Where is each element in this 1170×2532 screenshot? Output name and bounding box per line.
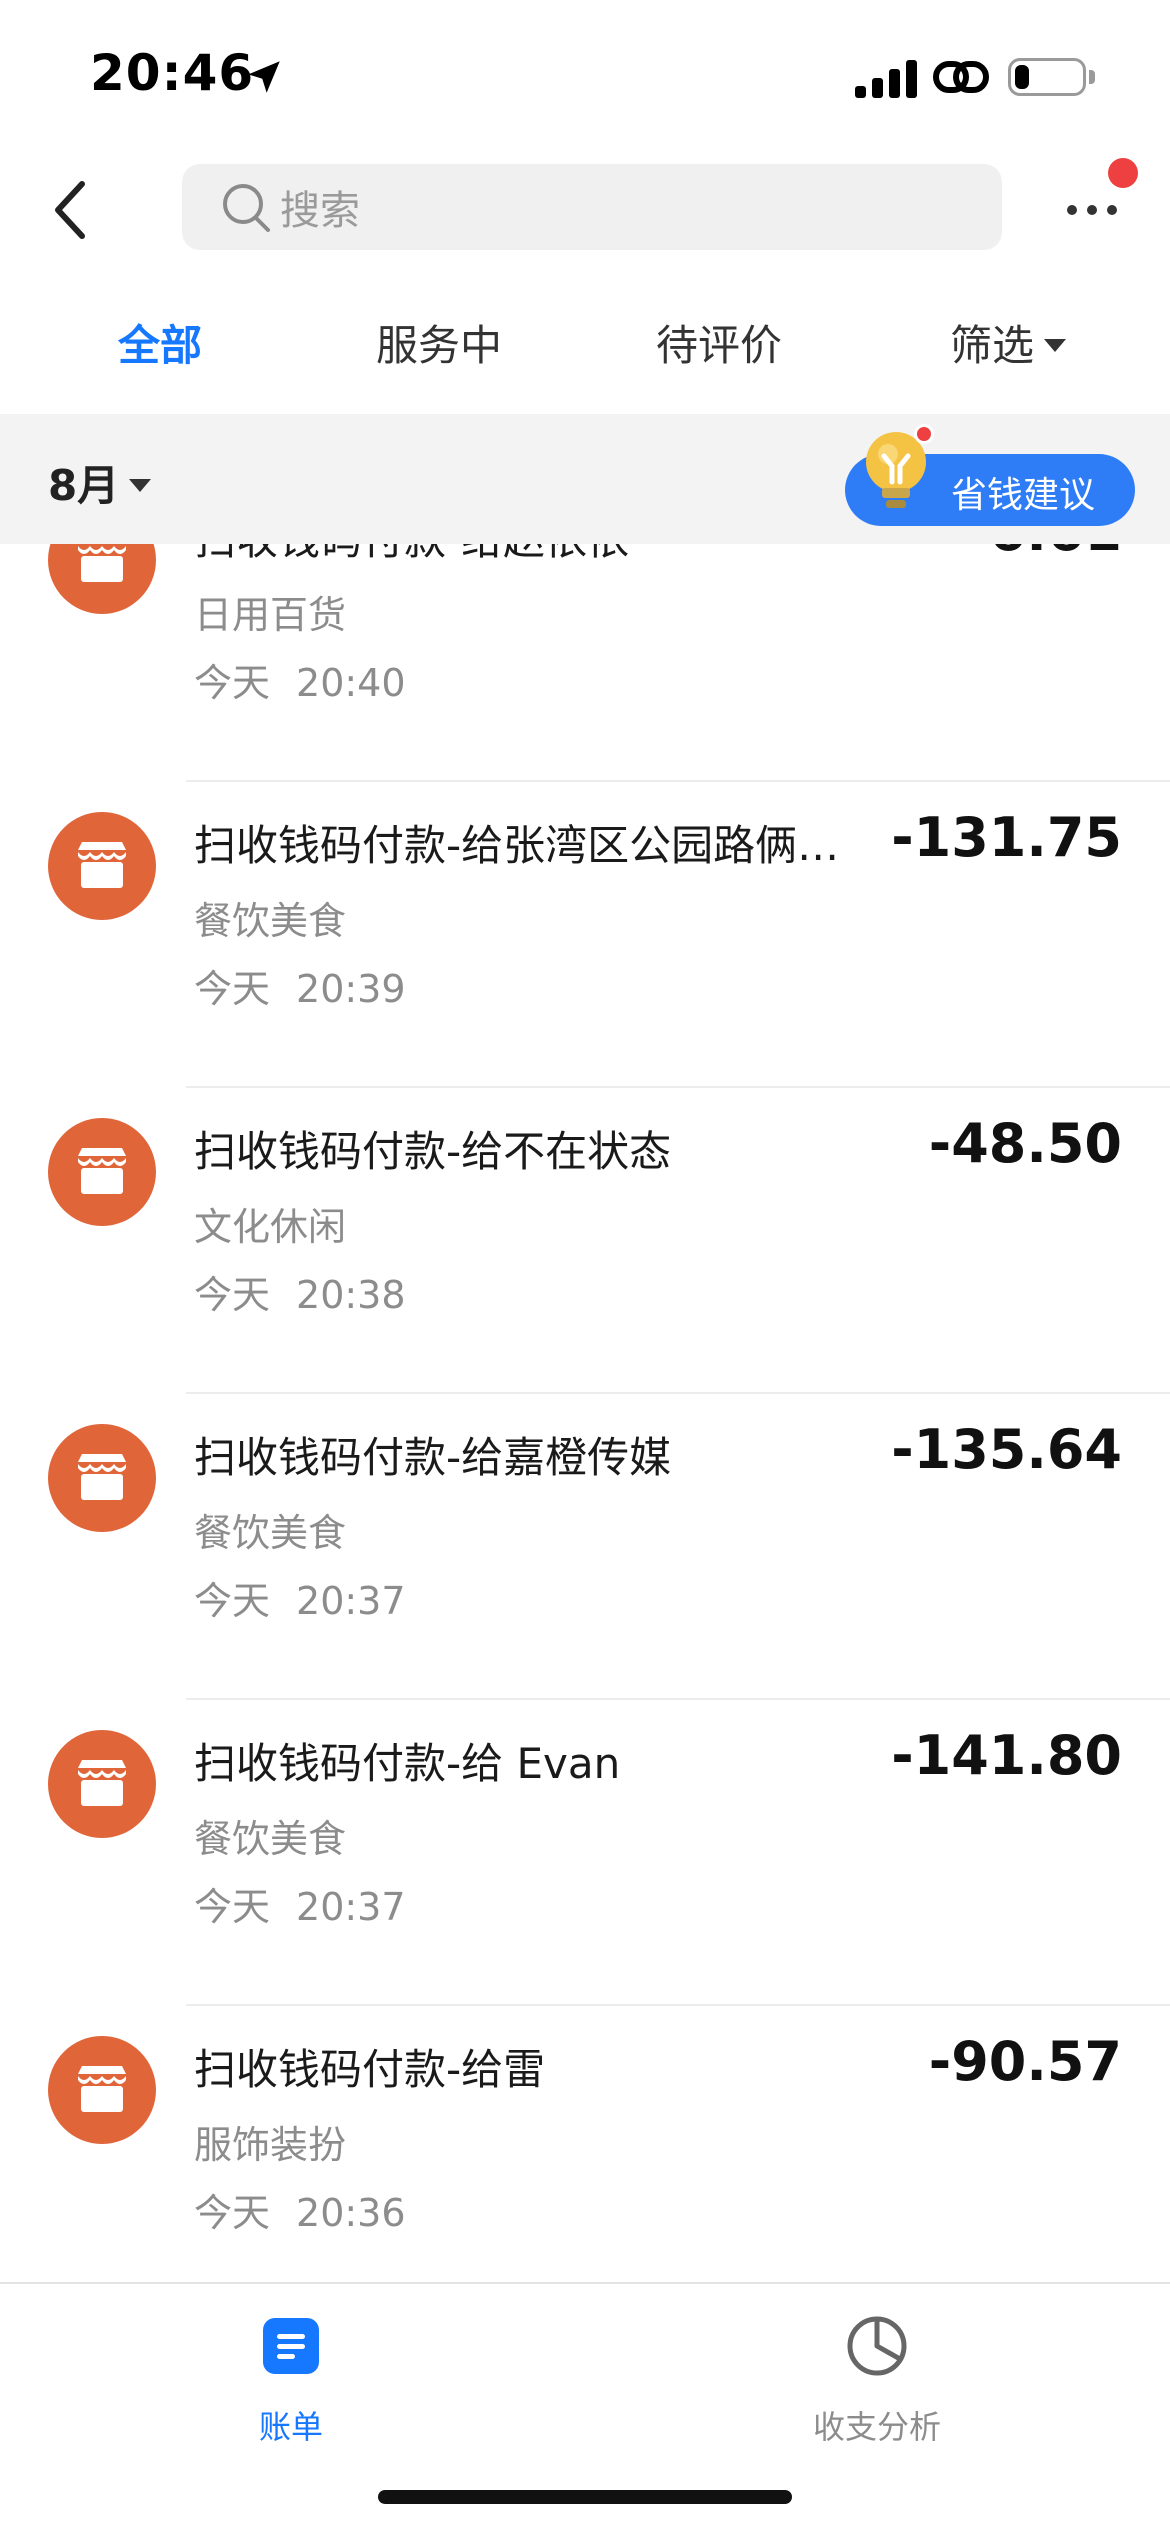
transaction-row[interactable]: 扫收钱码付款-给不在状态 -48.50 文化休闲今天 20:38 xyxy=(0,1088,1170,1394)
month-label: 8月 xyxy=(48,461,120,510)
transaction-list: 扫收钱码付款-给赵依依 -6.61 日用百货今天 20:40 扫收钱码付款-给张湾区公园… xyxy=(0,544,1170,2282)
month-selector[interactable]: 8月 xyxy=(48,452,152,513)
transaction-amount: -90.57 xyxy=(928,2030,1122,2093)
transaction-row[interactable]: 扫收钱码付款-给雷 -90.57 服饰装扮今天 20:36 xyxy=(0,2006,1170,2282)
transaction-time: 今天 20:37 xyxy=(194,1570,406,1625)
bill-icon xyxy=(263,2318,319,2374)
tab-analysis[interactable]: 收支分析 xyxy=(777,2306,977,2446)
status-bar: 20:46 xyxy=(0,0,1170,150)
back-button[interactable] xyxy=(40,170,100,250)
search-input[interactable]: 搜索 xyxy=(182,164,1002,250)
location-arrow-icon xyxy=(248,61,280,93)
transaction-category: 餐饮美食 xyxy=(194,1817,347,1861)
transaction-amount: -135.64 xyxy=(891,1418,1122,1481)
status-time: 20:46 xyxy=(90,44,255,102)
transaction-clock: 20:39 xyxy=(296,967,406,1011)
transaction-time: 今天 20:36 xyxy=(194,2182,406,2237)
transaction-clock: 20:38 xyxy=(296,1273,406,1317)
transaction-category: 餐饮美食 xyxy=(194,899,347,943)
transaction-amount: -141.80 xyxy=(891,1724,1122,1787)
transaction-title: 扫收钱码付款-给 Evan xyxy=(194,1739,621,1788)
battery-level xyxy=(1015,65,1029,89)
transaction-title: 扫收钱码付款-给不在状态 xyxy=(194,1127,672,1176)
tab-all[interactable]: 全部 xyxy=(118,312,202,373)
battery-icon xyxy=(1008,58,1086,96)
more-button[interactable] xyxy=(1052,180,1132,240)
store-icon xyxy=(48,544,156,614)
bill-list-screen: 20:46 搜索 全部 服务中 待评价 筛选 8月 省钱建议 日用百货 今天 2… xyxy=(0,0,1170,2532)
transaction-title: 扫收钱码付款-给赵依依 xyxy=(194,544,629,567)
notification-dot xyxy=(1108,158,1138,188)
tab-to-review-label: 待评价 xyxy=(656,321,783,370)
tab-all-label: 全部 xyxy=(118,321,203,370)
store-icon xyxy=(48,1730,156,1838)
transaction-time: 今天 20:39 xyxy=(194,958,406,1013)
transaction-clock: 20:36 xyxy=(296,2191,406,2235)
home-indicator xyxy=(378,2490,792,2504)
transaction-title: 扫收钱码付款-给雷 xyxy=(194,2045,546,2094)
month-dropdown-icon xyxy=(129,479,152,492)
tab-in-service-label: 服务中 xyxy=(376,321,503,370)
transaction-date: 今天 xyxy=(194,1579,271,1623)
pie-chart-icon xyxy=(847,2316,907,2376)
dropdown-arrow-icon xyxy=(1044,339,1067,352)
transaction-time: 今天 20:40 xyxy=(194,652,406,707)
transaction-category: 服饰装扮 xyxy=(194,2123,347,2167)
filter-tabs: 全部 服务中 待评价 筛选 xyxy=(0,290,1170,400)
transaction-date: 今天 xyxy=(194,661,271,705)
tab-analysis-label: 收支分析 xyxy=(812,2408,941,2446)
tab-bill-label: 账单 xyxy=(258,2408,323,2446)
transaction-amount: -6.61 xyxy=(966,544,1122,563)
tab-to-review[interactable]: 待评价 xyxy=(656,312,782,373)
search-icon xyxy=(223,184,270,232)
transaction-time: 今天 20:38 xyxy=(194,1264,406,1319)
tab-bill[interactable]: 账单 xyxy=(191,2306,391,2446)
nav-bar: 搜索 xyxy=(0,150,1170,270)
more-dots-icon xyxy=(1067,205,1117,215)
saving-advice-label: 省钱建议 xyxy=(951,475,1096,516)
tab-filter[interactable]: 筛选 xyxy=(950,312,1067,373)
search-placeholder: 搜索 xyxy=(280,188,360,234)
store-icon xyxy=(48,812,156,920)
tab-filter-label: 筛选 xyxy=(950,321,1035,370)
transaction-category: 文化休闲 xyxy=(194,1205,347,1249)
store-icon xyxy=(48,1118,156,1226)
transaction-row[interactable]: 扫收钱码付款-给张湾区公园路俩… -131.75 餐饮美食今天 20:39 xyxy=(0,782,1170,1088)
battery-cap xyxy=(1089,70,1095,84)
transaction-time: 今天 20:37 xyxy=(194,1876,406,1931)
transaction-date: 今天 xyxy=(194,2191,271,2235)
transaction-clock: 20:37 xyxy=(296,1579,406,1623)
transaction-clock: 20:37 xyxy=(296,1885,406,1929)
store-icon xyxy=(48,1424,156,1532)
transaction-title: 扫收钱码付款-给嘉橙传媒 xyxy=(194,1433,672,1482)
transaction-amount: -131.75 xyxy=(891,806,1122,869)
transaction-date: 今天 xyxy=(194,967,271,1011)
transaction-category: 餐饮美食 xyxy=(194,1511,347,1555)
store-icon xyxy=(48,2036,156,2144)
transaction-amount: -48.50 xyxy=(928,1112,1122,1175)
transaction-row[interactable]: 扫收钱码付款-给嘉橙传媒 -135.64 餐饮美食今天 20:37 xyxy=(0,1394,1170,1700)
tab-in-service[interactable]: 服务中 xyxy=(376,312,502,373)
cellular-signal-icon xyxy=(855,58,917,98)
transaction-date: 今天 xyxy=(194,1885,271,1929)
transaction-category: 日用百货 xyxy=(194,593,347,637)
personal-hotspot-icon xyxy=(933,61,989,93)
transaction-row[interactable]: 扫收钱码付款-给 Evan -141.80 餐饮美食今天 20:37 xyxy=(0,1700,1170,2006)
advice-notification-dot xyxy=(914,424,934,444)
transaction-row[interactable]: 扫收钱码付款-给赵依依 -6.61 日用百货今天 20:40 xyxy=(0,544,1170,782)
transaction-title: 扫收钱码付款-给张湾区公园路俩… xyxy=(194,821,840,870)
back-chevron-icon xyxy=(55,181,85,239)
transaction-clock: 20:40 xyxy=(296,661,406,705)
transaction-date: 今天 xyxy=(194,1273,271,1317)
